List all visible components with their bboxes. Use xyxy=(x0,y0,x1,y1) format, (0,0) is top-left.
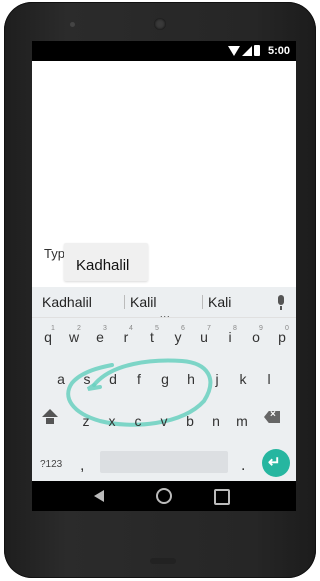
key-r[interactable]: r xyxy=(114,329,138,345)
status-time: 5:00 xyxy=(267,45,290,57)
enter-icon: ↵ xyxy=(268,454,281,471)
mic-icon[interactable] xyxy=(278,295,284,305)
suggestion-2[interactable]: Kalil xyxy=(130,294,156,310)
key-t[interactable]: t xyxy=(140,329,164,345)
key-p[interactable]: p xyxy=(270,329,294,345)
key-w[interactable]: w xyxy=(62,329,86,345)
key-d[interactable]: d xyxy=(101,371,125,387)
suggestion-divider xyxy=(124,295,125,309)
backspace-x-glyph: × xyxy=(270,409,276,420)
key-f[interactable]: f xyxy=(127,371,151,387)
key-g[interactable]: g xyxy=(153,371,177,387)
suggestion-3[interactable]: Kali xyxy=(208,294,231,310)
key-z[interactable]: z xyxy=(74,413,98,429)
screen: 5:00 Typing is Kadhalil Kadhalil Kalil K… xyxy=(32,41,296,511)
comma-key[interactable]: , xyxy=(80,457,84,475)
recents-icon[interactable] xyxy=(214,489,230,505)
key-m[interactable]: m xyxy=(230,413,254,429)
key-y[interactable]: y xyxy=(166,329,190,345)
suggestion-strip: Kadhalil Kalil Kali ... xyxy=(32,287,296,319)
composing-word: Kadhalil xyxy=(76,257,130,274)
wifi-icon xyxy=(228,46,240,56)
key-c[interactable]: c xyxy=(126,413,150,429)
space-bar[interactable] xyxy=(100,451,228,473)
home-icon[interactable] xyxy=(156,488,172,504)
period-key[interactable]: . xyxy=(241,457,245,475)
key-k[interactable]: k xyxy=(231,371,255,387)
back-icon[interactable] xyxy=(94,490,104,502)
status-bar: 5:00 xyxy=(32,41,296,61)
key-b[interactable]: b xyxy=(178,413,202,429)
proximity-sensor xyxy=(70,22,75,27)
suggestion-divider xyxy=(202,295,203,309)
nav-bar xyxy=(32,481,296,511)
key-x[interactable]: x xyxy=(100,413,124,429)
symbols-key[interactable]: ?123 xyxy=(40,459,62,470)
keyboard: Kadhalil Kalil Kali ... 1 q 2 w 3 e 4 r … xyxy=(32,287,296,511)
key-o[interactable]: o xyxy=(244,329,268,345)
bottom-speaker xyxy=(150,558,176,564)
shift-icon-base xyxy=(46,418,54,424)
key-i[interactable]: i xyxy=(218,329,242,345)
key-e[interactable]: e xyxy=(88,329,112,345)
key-n[interactable]: n xyxy=(204,413,228,429)
key-s[interactable]: s xyxy=(75,371,99,387)
composing-popup: Kadhalil xyxy=(64,243,148,281)
key-j[interactable]: j xyxy=(205,371,229,387)
suggestion-1[interactable]: Kadhalil xyxy=(42,294,92,310)
shift-icon[interactable] xyxy=(42,409,58,417)
battery-icon xyxy=(254,45,260,56)
key-h[interactable]: h xyxy=(179,371,203,387)
signal-icon xyxy=(242,46,252,56)
key-q[interactable]: q xyxy=(36,329,60,345)
mic-stand xyxy=(280,306,282,310)
more-suggestions[interactable]: ... xyxy=(160,309,171,319)
earpiece xyxy=(154,18,166,30)
key-a[interactable]: a xyxy=(49,371,73,387)
text-input-area[interactable]: Typing is Kadhalil xyxy=(32,61,296,287)
key-l[interactable]: l xyxy=(257,371,281,387)
key-v[interactable]: v xyxy=(152,413,176,429)
key-u[interactable]: u xyxy=(192,329,216,345)
